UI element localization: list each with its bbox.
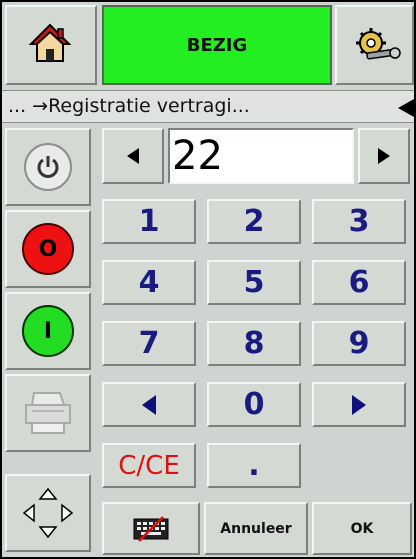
cancel-button[interactable]: Annuleer: [204, 502, 308, 555]
cursor-right-key[interactable]: [312, 382, 406, 427]
breadcrumb-text: ... →Registratie vertragi...: [8, 95, 250, 117]
key-8[interactable]: 8: [207, 321, 301, 366]
key-0[interactable]: 0: [207, 382, 301, 427]
stop-icon: O: [22, 223, 74, 275]
ok-button[interactable]: OK: [312, 502, 412, 555]
value-input[interactable]: 22: [168, 128, 354, 184]
increment-button[interactable]: [358, 128, 410, 184]
top-bar: BEZIG: [2, 2, 414, 90]
key-1[interactable]: 1: [102, 199, 196, 244]
navigate-button[interactable]: [5, 474, 91, 552]
stop-button[interactable]: O: [5, 210, 91, 288]
arrow-right-icon: [378, 148, 390, 164]
power-icon: [24, 143, 72, 191]
clear-key[interactable]: C/CE: [102, 443, 196, 488]
status-indicator: BEZIG: [102, 5, 332, 85]
start-icon: I: [22, 305, 74, 357]
decrement-button[interactable]: [102, 128, 164, 184]
start-button[interactable]: I: [5, 292, 91, 370]
cursor-right-icon: [352, 394, 366, 415]
keyboard-button[interactable]: [102, 502, 200, 555]
cursor-left-key[interactable]: [102, 382, 196, 427]
key-6[interactable]: 6: [312, 260, 406, 305]
key-7[interactable]: 7: [102, 321, 196, 366]
key-3[interactable]: 3: [312, 199, 406, 244]
key-4[interactable]: 4: [102, 260, 196, 305]
breadcrumb-back-arrow-icon[interactable]: [398, 99, 414, 117]
home-icon: [28, 23, 72, 62]
keyboard-disabled-icon: [133, 515, 169, 542]
power-button[interactable]: [5, 128, 91, 206]
tools-button[interactable]: [335, 5, 414, 85]
tools-gear-icon: [356, 28, 401, 60]
key-9[interactable]: 9: [312, 321, 406, 366]
left-toolbar: O I: [2, 125, 94, 557]
print-button[interactable]: [5, 374, 91, 452]
decimal-key[interactable]: .: [207, 443, 301, 488]
cursor-left-icon: [142, 394, 156, 415]
clear-key-label: C/CE: [118, 450, 180, 481]
navigate-arrows-icon: [22, 487, 74, 539]
home-button[interactable]: [5, 5, 97, 85]
screen: BEZIG ... →Registratie vertragi... O I 2…: [2, 2, 414, 557]
breadcrumb: ... →Registratie vertragi...: [2, 90, 414, 123]
arrow-left-icon: [127, 148, 139, 164]
key-2[interactable]: 2: [207, 199, 301, 244]
key-5[interactable]: 5: [207, 260, 301, 305]
printer-icon: [25, 392, 71, 434]
